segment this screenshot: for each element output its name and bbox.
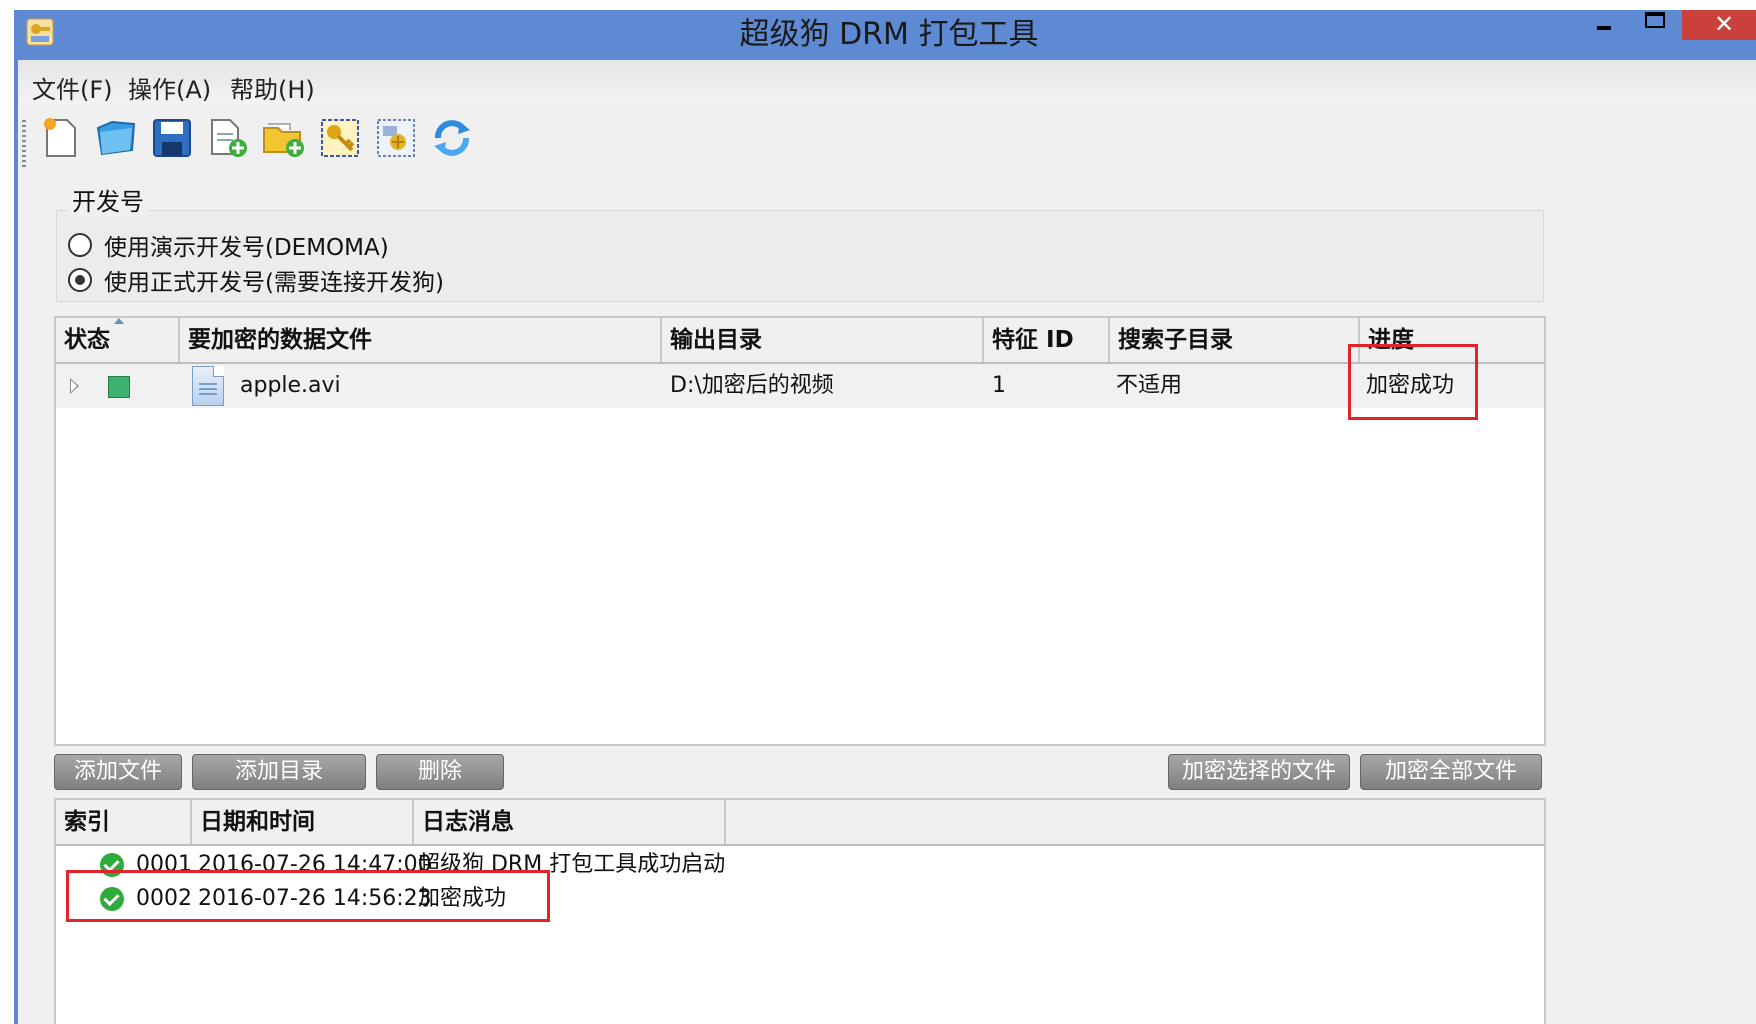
col-status[interactable]: 状态 bbox=[56, 318, 180, 362]
menu-bar: 文件(F) 操作(A) 帮助(H) bbox=[18, 60, 1756, 104]
radio-demo-dev[interactable]: 使用演示开发号(DEMOMA) bbox=[68, 228, 389, 262]
cell-feature-id: 1 bbox=[992, 373, 1006, 398]
save-icon[interactable] bbox=[150, 116, 194, 160]
col-message[interactable]: 日志消息 bbox=[414, 800, 726, 844]
new-icon[interactable] bbox=[38, 116, 82, 160]
add-dir-button[interactable]: 添加目录 bbox=[192, 754, 366, 790]
add-file-button[interactable]: 添加文件 bbox=[54, 754, 182, 790]
highlight-box-progress bbox=[1348, 344, 1478, 420]
log-table-header: 索引 日期和时间 日志消息 bbox=[56, 800, 1544, 846]
close-button[interactable]: ✕ bbox=[1682, 10, 1756, 40]
col-output-dir[interactable]: 输出目录 bbox=[662, 318, 984, 362]
highlight-box-log bbox=[66, 870, 550, 922]
minimize-button[interactable] bbox=[1578, 10, 1628, 40]
file-icon bbox=[192, 366, 224, 406]
menu-file[interactable]: 文件(F) bbox=[32, 70, 113, 105]
menu-help[interactable]: 帮助(H) bbox=[230, 70, 315, 105]
open-icon[interactable] bbox=[94, 116, 138, 160]
radio-demo-label: 使用演示开发号(DEMOMA) bbox=[104, 235, 389, 261]
window-title: 超级狗 DRM 打包工具 bbox=[739, 17, 1039, 52]
toolbar-grip[interactable] bbox=[22, 120, 26, 168]
expand-arrow-icon[interactable] bbox=[70, 378, 79, 394]
col-search-subdir[interactable]: 搜索子目录 bbox=[1110, 318, 1360, 362]
radio-formal-dev[interactable]: 使用正式开发号(需要连接开发狗) bbox=[68, 263, 444, 297]
key-icon[interactable] bbox=[318, 116, 362, 160]
radio-formal-label: 使用正式开发号(需要连接开发狗) bbox=[104, 270, 444, 296]
add-file-icon[interactable] bbox=[206, 116, 250, 160]
status-indicator bbox=[108, 376, 130, 398]
col-data-file[interactable]: 要加密的数据文件 bbox=[180, 318, 662, 362]
desktop-edge bbox=[0, 0, 14, 1024]
table-row[interactable]: apple.avi D:\加密后的视频 1 不适用 加密成功 bbox=[56, 364, 1544, 408]
toolbar bbox=[18, 104, 1756, 168]
refresh-icon[interactable] bbox=[430, 116, 474, 160]
sort-asc-icon bbox=[114, 318, 124, 324]
file-table-header: 状态 要加密的数据文件 输出目录 特征 ID 搜索子目录 进度 bbox=[56, 318, 1544, 364]
cell-file: apple.avi bbox=[240, 373, 341, 398]
col-feature-id[interactable]: 特征 ID bbox=[984, 318, 1110, 362]
cell-output: D:\加密后的视频 bbox=[670, 373, 834, 398]
close-icon: ✕ bbox=[1713, 10, 1735, 38]
settings-icon[interactable] bbox=[374, 116, 418, 160]
delete-button[interactable]: 删除 bbox=[376, 754, 504, 790]
cell-subdir: 不适用 bbox=[1116, 373, 1183, 398]
title-bar[interactable]: 超级狗 DRM 打包工具 ✕ bbox=[18, 10, 1756, 60]
file-table[interactable]: 状态 要加密的数据文件 输出目录 特征 ID 搜索子目录 进度 apple.av… bbox=[54, 316, 1546, 746]
col-datetime[interactable]: 日期和时间 bbox=[192, 800, 414, 844]
encrypt-all-button[interactable]: 加密全部文件 bbox=[1360, 754, 1542, 790]
radio-button[interactable] bbox=[68, 233, 92, 257]
add-folder-icon[interactable] bbox=[262, 116, 306, 160]
app-window: 超级狗 DRM 打包工具 ✕ 文件(F) 操作(A) 帮助(H) 开发号 使用演… bbox=[14, 10, 1756, 1024]
encrypt-selected-button[interactable]: 加密选择的文件 bbox=[1168, 754, 1350, 790]
col-index[interactable]: 索引 bbox=[56, 800, 192, 844]
radio-button-selected[interactable] bbox=[68, 268, 92, 292]
menu-operate[interactable]: 操作(A) bbox=[128, 70, 211, 105]
dev-number-group-label: 开发号 bbox=[68, 182, 148, 217]
maximize-button[interactable] bbox=[1630, 10, 1680, 40]
